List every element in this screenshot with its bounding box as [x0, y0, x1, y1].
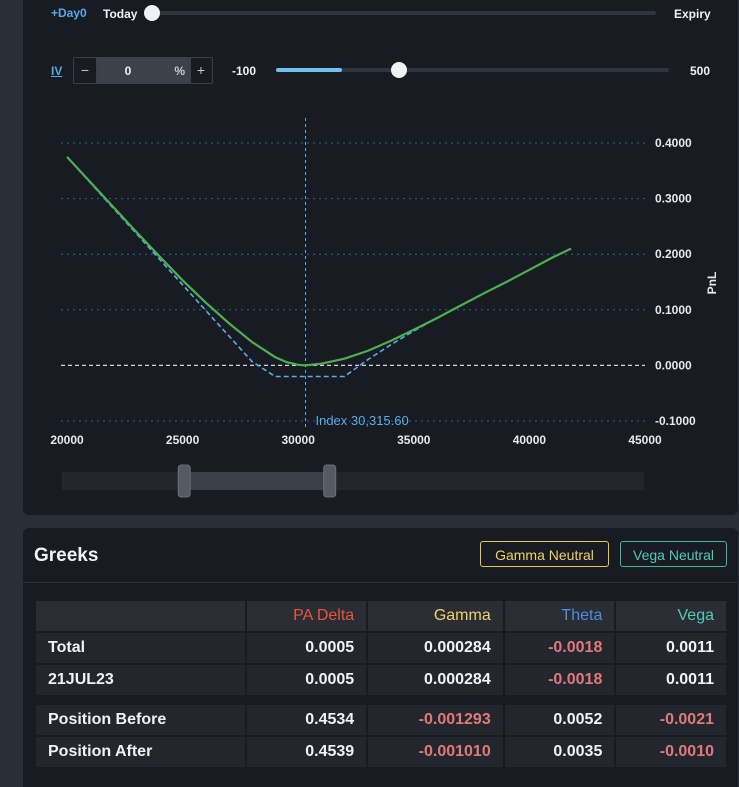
current-pnl-line — [66, 156, 572, 367]
x-tick-label: 40000 — [513, 433, 547, 447]
x-tick-label: 45000 — [628, 433, 662, 447]
cell-vega: 0.0011 — [616, 665, 726, 695]
header-pa-delta: PA Delta — [247, 601, 367, 631]
cell-theta: -0.0018 — [504, 633, 615, 663]
row-label: Position Before — [36, 705, 245, 735]
cell-theta: -0.0018 — [504, 665, 615, 695]
row-label: Position After — [36, 737, 245, 767]
header-blank — [36, 601, 245, 631]
y-tick-label: -0.1000 — [655, 414, 696, 428]
index-label: Index 30,315.60 — [315, 413, 408, 428]
header-gamma: Gamma — [368, 601, 503, 631]
cell-pa-delta: 0.0005 — [247, 665, 367, 695]
chart-axes: 0.4000 0.3000 0.2000 0.1000 0.0000 -0.1000 200… — [50, 136, 696, 447]
range-selector-window[interactable] — [184, 472, 330, 490]
cell-gamma: -0.001293 — [368, 705, 503, 735]
greeks-divider — [23, 582, 738, 583]
x-tick-label: 35000 — [397, 433, 431, 447]
gamma-neutral-button[interactable]: Gamma Neutral — [480, 541, 609, 567]
row-label: Total — [36, 633, 245, 663]
cell-pa-delta: 0.4534 — [247, 705, 367, 735]
cell-vega: -0.0021 — [616, 705, 726, 735]
y-axis-label: PnL — [705, 272, 719, 295]
cell-gamma: 0.000284 — [368, 633, 503, 663]
x-tick-label: 30000 — [282, 433, 316, 447]
cell-vega: 0.0011 — [616, 633, 726, 663]
range-selector-track[interactable] — [62, 472, 644, 490]
table-row: Position Before 0.4534 -0.001293 0.0052 … — [36, 705, 726, 735]
x-tick-label: 25000 — [166, 433, 200, 447]
cell-gamma: 0.000284 — [368, 665, 503, 695]
cell-theta: 0.0052 — [504, 705, 615, 735]
table-gap — [36, 697, 726, 703]
greeks-title: Greeks — [34, 545, 99, 566]
greeks-table: PA Delta Gamma Theta Vega Total 0.0005 0… — [34, 599, 728, 769]
cell-pa-delta: 0.4539 — [247, 737, 367, 767]
range-end-handle[interactable] — [323, 464, 337, 498]
header-theta: Theta — [504, 601, 615, 631]
y-tick-label: 0.0000 — [655, 358, 692, 372]
range-selector[interactable] — [62, 464, 644, 498]
row-label: 21JUL23 — [36, 665, 245, 695]
table-row: Total 0.0005 0.000284 -0.0018 0.0011 — [36, 633, 726, 663]
header-vega: Vega — [616, 601, 726, 631]
pnl-chart[interactable]: 0.4000 0.3000 0.2000 0.1000 0.0000 -0.1000 200… — [0, 0, 739, 515]
table-row: 21JUL23 0.0005 0.000284 -0.0018 0.0011 — [36, 665, 726, 695]
cell-theta: 0.0035 — [504, 737, 615, 767]
x-tick-label: 20000 — [50, 433, 84, 447]
range-start-handle[interactable] — [177, 464, 191, 498]
chart-grid — [61, 118, 645, 427]
y-tick-label: 0.3000 — [655, 192, 692, 206]
table-row: Position After 0.4539 -0.001010 0.0035 -… — [36, 737, 726, 767]
cell-pa-delta: 0.0005 — [247, 633, 367, 663]
greeks-header-row: PA Delta Gamma Theta Vega — [36, 601, 726, 631]
vega-neutral-button[interactable]: Vega Neutral — [620, 541, 727, 567]
expiry-pnl-line — [66, 156, 572, 378]
cell-vega: -0.0010 — [616, 737, 726, 767]
y-tick-label: 0.4000 — [655, 136, 692, 150]
cell-gamma: -0.001010 — [368, 737, 503, 767]
chart-series — [66, 156, 572, 378]
y-tick-label: 0.2000 — [655, 247, 692, 261]
y-tick-label: 0.1000 — [655, 303, 692, 317]
